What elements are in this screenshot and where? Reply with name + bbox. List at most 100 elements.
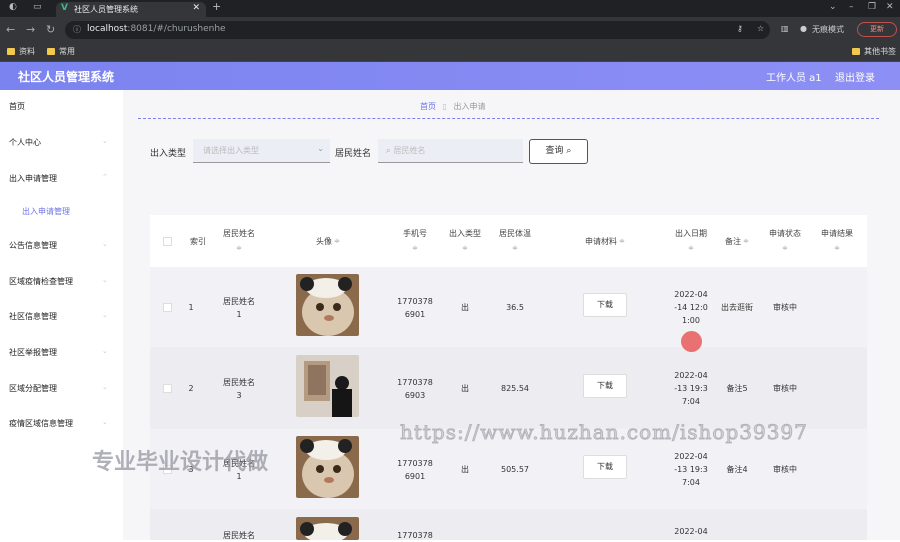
bookmark-item[interactable]: 常用 bbox=[47, 46, 75, 57]
select-all-checkbox[interactable] bbox=[163, 237, 172, 246]
cell-type: 出 bbox=[461, 384, 469, 393]
bookmark-item[interactable]: 资料 bbox=[7, 46, 35, 57]
table-row[interactable]: 居民姓名 1770378 2022-04 bbox=[150, 510, 867, 540]
cell-temp: 505.57 bbox=[501, 465, 529, 474]
chevron-down-icon[interactable]: ⌄ bbox=[829, 2, 837, 12]
window-icon[interactable]: ▭ bbox=[33, 2, 42, 12]
cell-status: 审核中 bbox=[773, 465, 797, 474]
table-row[interactable]: 3 居民姓名 1 1770378 6901 出 505.57 下载 2022-0… bbox=[150, 429, 867, 510]
cell-date: 2022-04 -13 19:3 7:04 bbox=[674, 452, 708, 487]
download-button[interactable]: 下载 bbox=[583, 293, 627, 317]
col-index: 索引 bbox=[190, 236, 206, 246]
breadcrumb-home[interactable]: 首页 bbox=[420, 102, 436, 111]
col-note[interactable]: 备注 ≑ bbox=[717, 215, 757, 267]
col-avatar[interactable]: 头像 ≑ bbox=[290, 215, 366, 267]
cell-phone: 1770378 6901 bbox=[397, 296, 433, 319]
minimize-icon[interactable]: – bbox=[849, 2, 854, 12]
col-status[interactable]: 申请状态 ≑ bbox=[762, 215, 808, 267]
col-phone[interactable]: 手机号 ≑ bbox=[390, 215, 440, 267]
row-checkbox[interactable] bbox=[163, 465, 172, 474]
search-icon: ⌕ bbox=[566, 146, 572, 156]
col-file[interactable]: 申请材料 ≑ bbox=[550, 215, 660, 267]
new-tab-icon[interactable]: + bbox=[212, 0, 221, 13]
cell-phone: 1770378 6903 bbox=[397, 377, 433, 400]
col-temp[interactable]: 居民体温 ≑ bbox=[490, 215, 540, 267]
bookmarks-bar: 资料 常用 其他书签 bbox=[0, 43, 900, 62]
col-type[interactable]: 出入类型 ≑ bbox=[440, 215, 490, 267]
table-row[interactable]: 2 居民姓名 3 1770378 6903 出 825.54 下载 2022-0… bbox=[150, 348, 867, 429]
star-icon[interactable]: ☆ bbox=[757, 24, 764, 33]
cell-index: 2 bbox=[188, 384, 194, 393]
restore-icon[interactable]: ❐ bbox=[868, 2, 876, 12]
browser-icon: ◐ bbox=[9, 2, 17, 12]
name-placeholder: 居民姓名 bbox=[393, 146, 426, 155]
other-bookmarks[interactable]: 其他书签 bbox=[852, 46, 896, 57]
close-icon[interactable]: ✕ bbox=[192, 3, 200, 13]
name-input[interactable]: ⌕ 居民姓名 bbox=[378, 139, 523, 163]
tab-title: 社区人员管理系统 bbox=[74, 5, 138, 14]
sidebar-icon[interactable]: ▥ bbox=[781, 24, 789, 33]
cell-temp: 36.5 bbox=[506, 303, 524, 312]
row-checkbox[interactable] bbox=[163, 384, 172, 393]
cell-name: 居民姓名 1 bbox=[223, 458, 255, 481]
cell-index: 1 bbox=[188, 303, 194, 312]
vue-icon: V bbox=[61, 3, 68, 13]
cell-type: 出 bbox=[461, 465, 469, 474]
type-placeholder: 请选择出入类型 bbox=[203, 146, 259, 155]
incognito-label: 无痕模式 bbox=[812, 25, 844, 34]
chevron-down-icon: ⌄ bbox=[102, 137, 108, 145]
url-path: :8081/#/churushenhe bbox=[127, 24, 226, 34]
query-button[interactable]: 查询 ⌕ bbox=[529, 139, 588, 164]
type-label: 出入类型 bbox=[150, 149, 187, 159]
app-title: 社区人员管理系统 bbox=[18, 70, 115, 84]
avatar bbox=[296, 517, 359, 540]
url-host: localhost bbox=[87, 24, 128, 34]
avatar bbox=[296, 355, 359, 417]
chevron-up-icon: ⌃ bbox=[102, 173, 108, 181]
sidebar-subitem-access-apply[interactable]: 出入申请管理 bbox=[22, 206, 70, 217]
cell-date: 2022-04 bbox=[674, 526, 708, 536]
cell-name: 居民姓名 1 bbox=[223, 296, 255, 319]
info-icon: ⓘ bbox=[73, 25, 81, 34]
reload-icon[interactable]: ↻ bbox=[46, 23, 55, 36]
col-date[interactable]: 出入日期 ≑ bbox=[665, 215, 717, 267]
table-row[interactable]: 1 居民姓名 1 1770378 6901 出 36.5 下载 2022-04 … bbox=[150, 267, 867, 348]
sidebar-item-home[interactable]: 首页 bbox=[9, 101, 25, 112]
sidebar-item-epidemic-area[interactable]: 疫情区域信息管理 bbox=[9, 418, 73, 429]
chevron-down-icon: ⌄ bbox=[102, 240, 108, 248]
col-name[interactable]: 居民姓名 ≑ bbox=[212, 215, 266, 267]
key-icon[interactable]: ⚷ bbox=[737, 24, 743, 33]
sidebar: 首页 个人中心 ⌄ 出入申请管理 ⌃ 出入申请管理 公告信息管理 ⌄ 区域疫情检… bbox=[0, 90, 123, 540]
sidebar-item-community-info[interactable]: 社区信息管理 bbox=[9, 311, 57, 322]
breadcrumb: 首页 ▯ 出入申请 bbox=[420, 101, 486, 112]
logout-link[interactable]: 退出登录 bbox=[835, 69, 875, 84]
sidebar-item-profile[interactable]: 个人中心 bbox=[9, 137, 41, 148]
chevron-down-icon: ⌄ bbox=[317, 144, 324, 153]
type-select[interactable]: 请选择出入类型 ⌄ bbox=[193, 139, 330, 163]
chevron-down-icon: ⌄ bbox=[102, 383, 108, 391]
chevron-down-icon: ⌄ bbox=[102, 311, 108, 319]
back-icon[interactable]: ← bbox=[6, 23, 15, 36]
chevron-down-icon: ⌄ bbox=[102, 347, 108, 355]
sidebar-item-area-assign[interactable]: 区域分配管理 bbox=[9, 383, 57, 394]
divider bbox=[138, 118, 879, 119]
chevron-down-icon: ⌄ bbox=[102, 418, 108, 426]
table-header: 索引 居民姓名 ≑ 头像 ≑ 手机号 ≑ 出入类型 ≑ 居民体温 ≑ 申请材料 ≑ 出入… bbox=[150, 215, 867, 267]
sidebar-item-access-apply-mgmt[interactable]: 出入申请管理 bbox=[9, 173, 57, 184]
cell-date: 2022-04 -13 19:3 7:04 bbox=[674, 371, 708, 406]
url-field[interactable]: ⓘ localhost:8081/#/churushenhe bbox=[65, 21, 770, 39]
download-button[interactable]: 下载 bbox=[583, 374, 627, 398]
forward-icon[interactable]: → bbox=[26, 23, 35, 36]
cell-name: 居民姓名 3 bbox=[223, 377, 255, 400]
update-button[interactable]: 更新 bbox=[857, 22, 897, 37]
col-result[interactable]: 申请结果 ≑ bbox=[812, 215, 862, 267]
download-button[interactable]: 下载 bbox=[583, 455, 627, 479]
current-user: 工作人员 a1 bbox=[766, 73, 822, 84]
sidebar-item-report-mgmt[interactable]: 社区举报管理 bbox=[9, 347, 57, 358]
browser-tab[interactable]: V 社区人员管理系统 ✕ bbox=[56, 2, 206, 17]
sidebar-item-epidemic-check[interactable]: 区域疫情检查管理 bbox=[9, 276, 73, 287]
close-window-icon[interactable]: ✕ bbox=[886, 2, 894, 12]
row-checkbox[interactable] bbox=[163, 303, 172, 312]
cell-phone: 1770378 bbox=[397, 530, 433, 540]
sidebar-item-notice-mgmt[interactable]: 公告信息管理 bbox=[9, 240, 57, 251]
